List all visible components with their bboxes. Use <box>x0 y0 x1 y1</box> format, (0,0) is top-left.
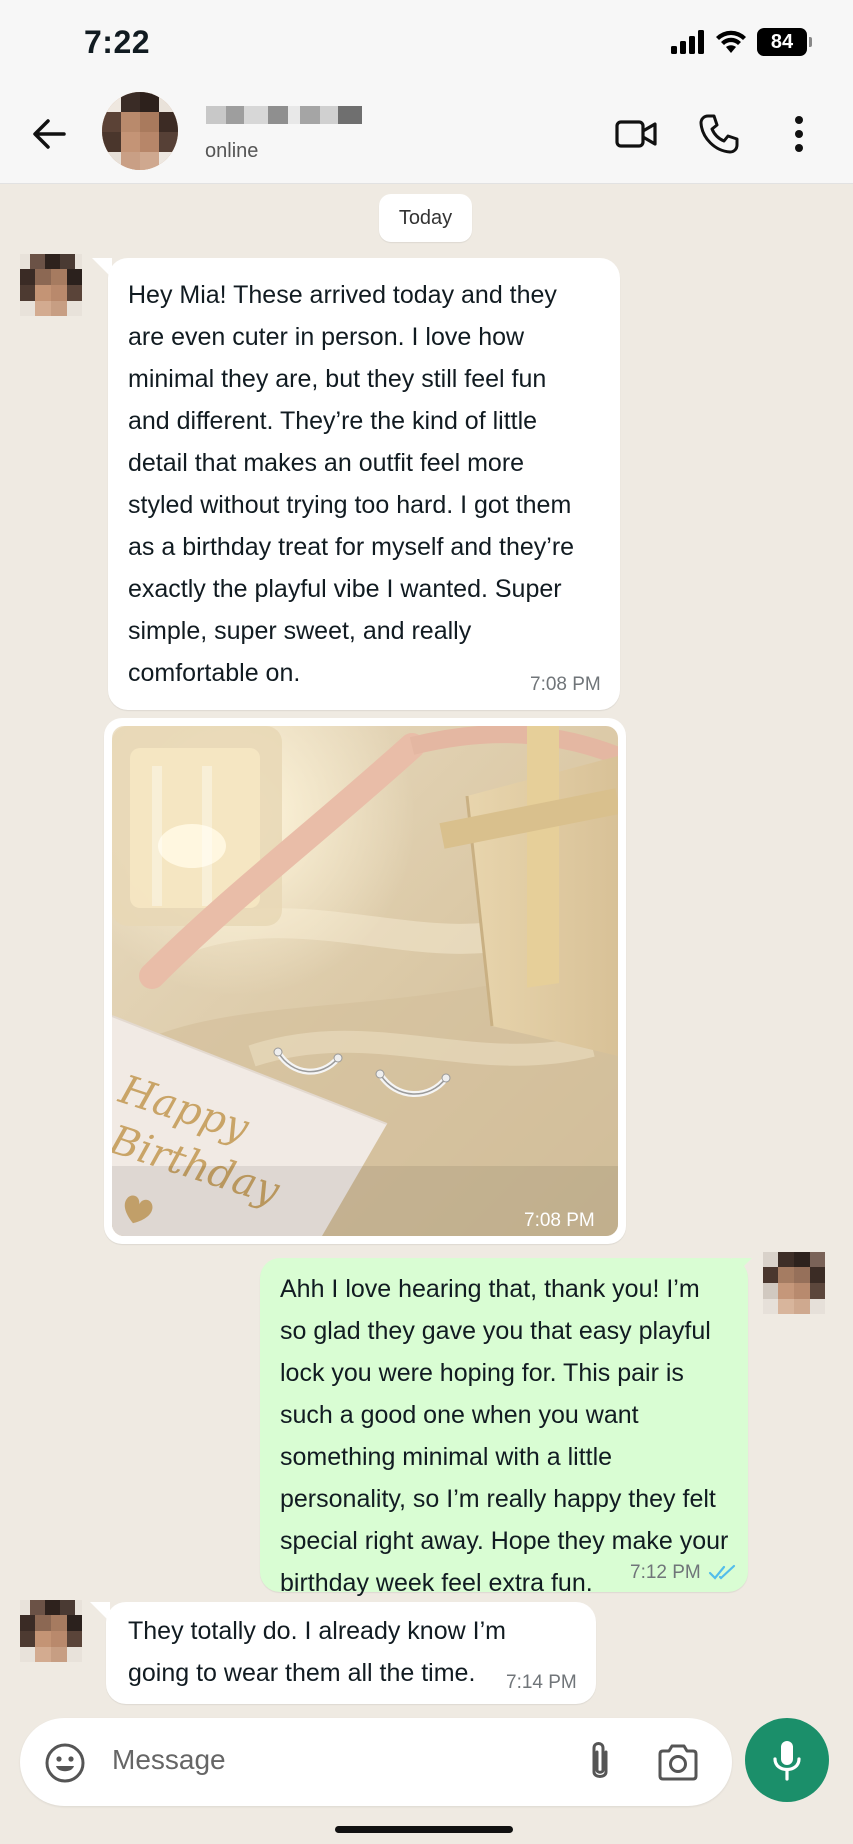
message-input[interactable]: Message <box>112 1744 226 1776</box>
home-indicator[interactable] <box>335 1826 513 1833</box>
incoming-image-message[interactable]: Happy Birthday 7:08 PM <box>104 718 626 1244</box>
contact-name-redacted <box>206 106 362 124</box>
contact-avatar[interactable] <box>102 92 178 170</box>
video-call-icon[interactable] <box>612 110 660 158</box>
earrings-photo[interactable]: Happy Birthday 7:08 PM <box>112 726 618 1236</box>
date-chip: Today <box>379 194 472 242</box>
outgoing-message[interactable]: Ahh I love hearing that, thank you! I’m … <box>260 1258 748 1597</box>
incoming-message[interactable]: They totally do. I already know I’m goin… <box>106 1602 596 1704</box>
camera-icon[interactable] <box>656 1742 700 1782</box>
status-bar: 7:22 84 <box>0 0 853 88</box>
mic-button[interactable] <box>745 1718 829 1802</box>
contact-status: online <box>205 140 259 162</box>
message-text: Ahh I love hearing that, thank you! I’m … <box>280 1275 729 1597</box>
more-options-icon[interactable] <box>775 110 823 158</box>
back-arrow-icon[interactable] <box>28 112 72 156</box>
wifi-icon <box>716 30 746 53</box>
my-avatar <box>763 1252 825 1314</box>
status-icons: 84 <box>671 28 812 56</box>
emoji-icon[interactable] <box>44 1742 86 1784</box>
battery-indicator: 84 <box>757 28 812 56</box>
message-time: 7:14 PM <box>506 1672 577 1693</box>
status-time: 7:22 <box>84 24 151 60</box>
message-text: Hey Mia! These arrived today and they ar… <box>128 281 575 687</box>
double-check-icon <box>708 1564 736 1580</box>
signal-icon <box>671 30 704 54</box>
message-text: They totally do. I already know I’m goin… <box>128 1617 506 1687</box>
sender-avatar <box>20 1600 82 1662</box>
chat-header: online <box>0 88 853 184</box>
sender-avatar <box>20 254 82 316</box>
message-time: 7:08 PM <box>530 674 601 695</box>
phone-icon[interactable] <box>695 110 743 158</box>
incoming-message[interactable]: Hey Mia! These arrived today and they ar… <box>108 258 620 710</box>
attach-icon[interactable] <box>582 1738 618 1786</box>
mic-icon <box>773 1741 801 1781</box>
message-input-bar[interactable]: Message <box>20 1718 732 1806</box>
message-time: 7:12 PM <box>630 1562 701 1583</box>
image-time: 7:08 PM <box>524 1210 595 1231</box>
